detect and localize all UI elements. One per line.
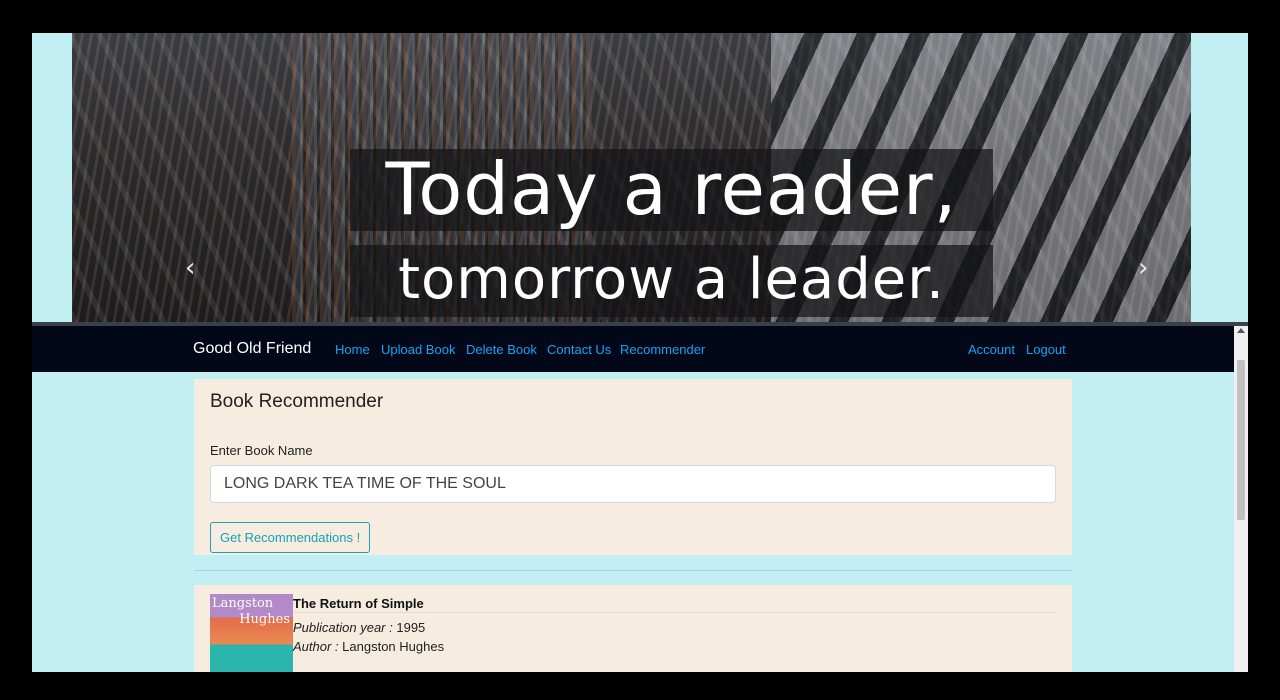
- top-navbar: Good Old Friend Home Upload Book Delete …: [32, 326, 1248, 372]
- publication-year: Publication year : 1995: [293, 620, 425, 635]
- book-author: Author : Langston Hughes: [293, 639, 444, 654]
- brand-link[interactable]: Good Old Friend: [193, 340, 311, 358]
- author-label: Author :: [293, 639, 339, 654]
- cover-author-last: Hughes: [239, 612, 290, 627]
- carousel-caption-line1: Today a reader,: [350, 149, 993, 231]
- chevron-left-icon[interactable]: ‹: [185, 253, 195, 283]
- publication-year-label: Publication year :: [293, 620, 393, 635]
- book-cover-image[interactable]: Langston Hughes: [210, 594, 293, 672]
- scroll-up-arrow-icon[interactable]: [1237, 328, 1245, 333]
- result-divider: [293, 612, 1056, 613]
- book-title[interactable]: The Return of Simple: [293, 596, 424, 611]
- recommender-title: Book Recommender: [210, 391, 384, 412]
- nav-delete-book-link[interactable]: Delete Book: [466, 342, 537, 357]
- cover-author-first: Langston: [212, 596, 274, 611]
- scroll-thumb[interactable]: [1237, 360, 1245, 520]
- recommender-card: Book Recommender Enter Book Name Get Rec…: [194, 379, 1072, 555]
- publication-year-value: 1995: [396, 620, 426, 635]
- nav-upload-book-link[interactable]: Upload Book: [381, 342, 455, 357]
- recommendation-result-item: Langston Hughes The Return of Simple Pub…: [194, 585, 1072, 672]
- section-divider: [194, 570, 1072, 571]
- book-name-label: Enter Book Name: [210, 443, 313, 458]
- nav-logout-link[interactable]: Logout: [1026, 342, 1066, 357]
- nav-contact-us-link[interactable]: Contact Us: [547, 342, 611, 357]
- carousel-caption-line2: tomorrow a leader.: [350, 245, 993, 317]
- vertical-scrollbar[interactable]: [1234, 326, 1248, 672]
- author-value: Langston Hughes: [342, 639, 445, 654]
- chevron-right-icon[interactable]: ›: [1138, 253, 1148, 283]
- browser-viewport: Today a reader, tomorrow a leader. ‹ › G…: [32, 33, 1248, 672]
- nav-home-link[interactable]: Home: [335, 342, 370, 357]
- nav-recommender-link[interactable]: Recommender: [620, 342, 705, 357]
- hero-carousel[interactable]: Today a reader, tomorrow a leader. ‹ ›: [72, 33, 1191, 322]
- get-recommendations-button[interactable]: Get Recommendations !: [210, 522, 371, 553]
- nav-account-link[interactable]: Account: [968, 342, 1015, 357]
- book-name-input[interactable]: [210, 465, 1056, 503]
